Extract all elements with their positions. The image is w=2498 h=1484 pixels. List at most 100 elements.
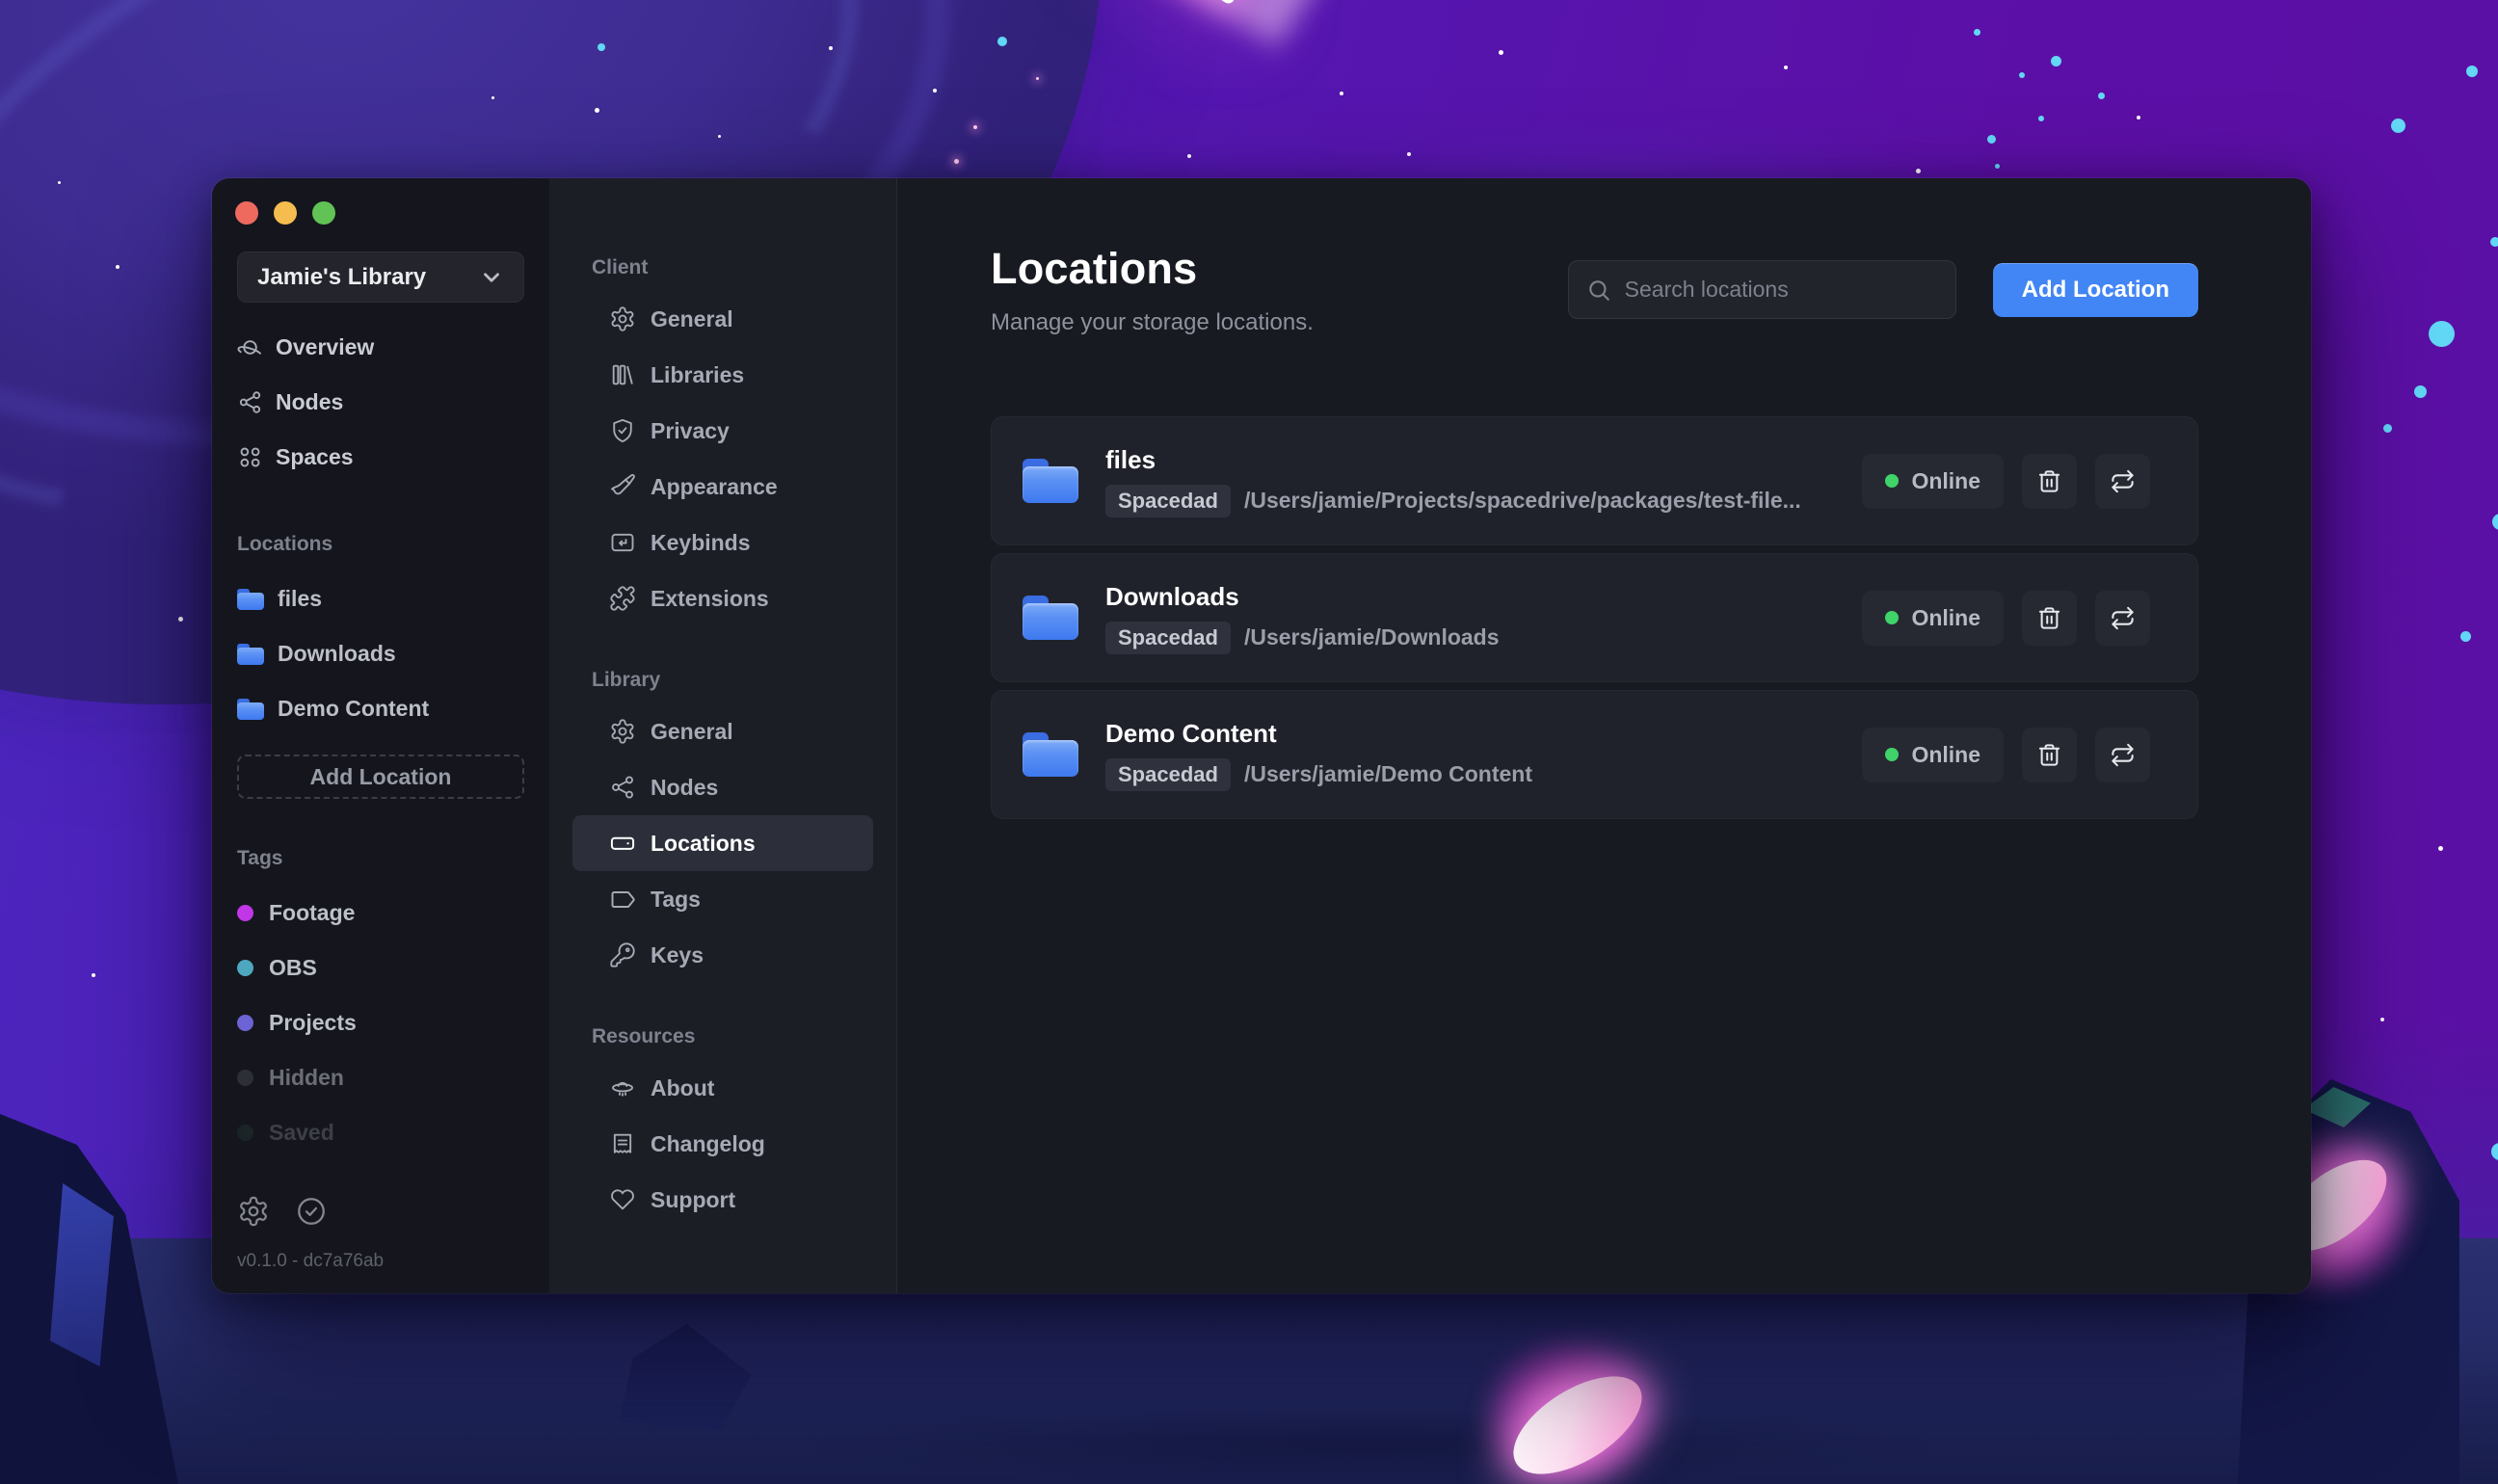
tag-label: Footage xyxy=(269,900,356,925)
online-dot xyxy=(1885,748,1900,761)
sidebar: Jamie's Library Overview Nodes Spaces Lo… xyxy=(212,178,549,1293)
sync-arrows-icon xyxy=(2112,743,2134,766)
settings-item-keys[interactable]: Keys xyxy=(572,927,873,983)
status-label: Online xyxy=(1911,604,1980,630)
settings-item-keybinds[interactable]: Keybinds xyxy=(572,515,873,570)
settings-item-label: Locations xyxy=(651,830,756,856)
online-dot xyxy=(1885,611,1900,624)
sidebar-tags-header: Tags xyxy=(237,847,283,869)
settings-gear-icon[interactable] xyxy=(237,1195,270,1228)
status-badge: Online xyxy=(1862,453,2004,509)
share-nodes-icon xyxy=(609,774,636,801)
sync-arrows-icon xyxy=(2112,606,2134,629)
settings-item-label: Support xyxy=(651,1186,736,1212)
window-controls xyxy=(235,201,335,225)
node-badge: Spacedad xyxy=(1105,484,1231,517)
tag-color-dot xyxy=(237,1070,253,1086)
settings-item-privacy[interactable]: Privacy xyxy=(572,403,873,459)
settings-item-label: Privacy xyxy=(651,417,730,443)
ufo-icon xyxy=(609,1074,636,1101)
status-badge: Online xyxy=(1862,590,2004,646)
zoom-window-button[interactable] xyxy=(312,201,335,225)
delete-location-button[interactable] xyxy=(2022,727,2077,782)
settings-section-resources: Resources xyxy=(592,1025,696,1047)
paintbrush-icon xyxy=(609,473,636,500)
status-badge: Online xyxy=(1862,727,2004,782)
sidebar-location-downloads[interactable]: Downloads xyxy=(237,626,524,681)
location-path: /Users/jamie/Downloads xyxy=(1243,624,1500,649)
sidebar-location-files[interactable]: files xyxy=(237,571,524,626)
tag-obs[interactable]: OBS xyxy=(237,941,524,995)
settings-item-label: Extensions xyxy=(651,585,769,611)
close-window-button[interactable] xyxy=(235,201,258,225)
sidebar-tags-list: Footage OBS Projects Hidden Saved xyxy=(237,886,524,1160)
planet-icon xyxy=(237,334,263,360)
location-card-downloads[interactable]: Downloads Spacedad /Users/jamie/Download… xyxy=(991,553,2198,682)
location-name: Downloads xyxy=(278,641,396,666)
trash-icon xyxy=(2038,743,2060,766)
minimize-window-button[interactable] xyxy=(274,201,297,225)
tag-icon xyxy=(609,886,636,913)
location-card-demo-content[interactable]: Demo Content Spacedad /Users/jamie/Demo … xyxy=(991,690,2198,819)
rescan-location-button[interactable] xyxy=(2095,453,2150,509)
delete-location-button[interactable] xyxy=(2022,453,2077,509)
tag-projects[interactable]: Projects xyxy=(237,995,524,1050)
rescan-location-button[interactable] xyxy=(2095,727,2150,782)
settings-item-about[interactable]: About xyxy=(572,1060,873,1116)
check-circle-icon[interactable] xyxy=(295,1195,328,1228)
online-dot xyxy=(1885,474,1900,488)
settings-item-tags[interactable]: Tags xyxy=(572,871,873,927)
settings-item-library-general[interactable]: General xyxy=(572,703,873,759)
status-label: Online xyxy=(1911,741,1980,767)
folder-icon xyxy=(237,588,264,610)
tag-hidden[interactable]: Hidden xyxy=(237,1050,524,1105)
settings-item-appearance[interactable]: Appearance xyxy=(572,459,873,515)
sidebar-locations-list: files Downloads Demo Content xyxy=(237,571,524,736)
folder-icon xyxy=(1023,459,1078,503)
settings-item-label: About xyxy=(651,1074,715,1100)
delete-location-button[interactable] xyxy=(2022,590,2077,646)
sidebar-item-spaces[interactable]: Spaces xyxy=(237,430,524,485)
settings-item-support[interactable]: Support xyxy=(572,1172,873,1228)
books-icon xyxy=(609,361,636,388)
gear-icon xyxy=(609,305,636,332)
tag-saved[interactable]: Saved xyxy=(237,1105,524,1160)
folder-icon xyxy=(1023,732,1078,777)
key-icon xyxy=(609,941,636,968)
app-window: Jamie's Library Overview Nodes Spaces Lo… xyxy=(211,177,2312,1294)
sidebar-item-label: Nodes xyxy=(276,389,344,414)
location-path: /Users/jamie/Projects/spacedrive/package… xyxy=(1243,488,1801,513)
folder-icon xyxy=(1023,596,1078,640)
location-card-files[interactable]: files Spacedad /Users/jamie/Projects/spa… xyxy=(991,416,2198,545)
sidebar-location-demo-content[interactable]: Demo Content xyxy=(237,681,524,736)
settings-section-client: Client xyxy=(592,256,649,278)
search-locations-input[interactable] xyxy=(1624,277,1938,303)
folder-icon xyxy=(237,698,264,720)
library-switcher[interactable]: Jamie's Library xyxy=(237,252,524,303)
sidebar-item-overview[interactable]: Overview xyxy=(237,320,524,375)
tag-footage[interactable]: Footage xyxy=(237,886,524,941)
settings-section-library: Library xyxy=(592,669,661,691)
settings-nav: Client General Libraries Privacy Appeara… xyxy=(549,178,897,1293)
settings-item-label: Changelog xyxy=(651,1130,765,1156)
changelog-receipt-icon xyxy=(609,1130,636,1157)
settings-item-label: General xyxy=(651,718,733,744)
tag-label: Saved xyxy=(269,1120,334,1145)
settings-item-libraries[interactable]: Libraries xyxy=(572,347,873,403)
sidebar-footer: v0.1.0 - dc7a76ab xyxy=(237,1195,384,1272)
settings-item-client-general[interactable]: General xyxy=(572,291,873,347)
tag-color-dot xyxy=(237,1125,253,1141)
add-location-button[interactable]: Add Location xyxy=(1992,262,2198,317)
locations-settings-page: Locations Manage your storage locations.… xyxy=(897,178,2311,1293)
sidebar-item-nodes[interactable]: Nodes xyxy=(237,375,524,430)
settings-item-label: Libraries xyxy=(651,361,745,387)
rescan-location-button[interactable] xyxy=(2095,590,2150,646)
location-name: Demo Content xyxy=(1105,718,1277,748)
settings-item-changelog[interactable]: Changelog xyxy=(572,1116,873,1172)
sidebar-add-location-button[interactable]: Add Location xyxy=(237,755,524,799)
settings-item-library-nodes[interactable]: Nodes xyxy=(572,759,873,815)
settings-item-extensions[interactable]: Extensions xyxy=(572,570,873,626)
spaces-grid-icon xyxy=(237,444,263,470)
settings-item-locations[interactable]: Locations xyxy=(572,815,873,871)
search-icon xyxy=(1588,279,1609,301)
